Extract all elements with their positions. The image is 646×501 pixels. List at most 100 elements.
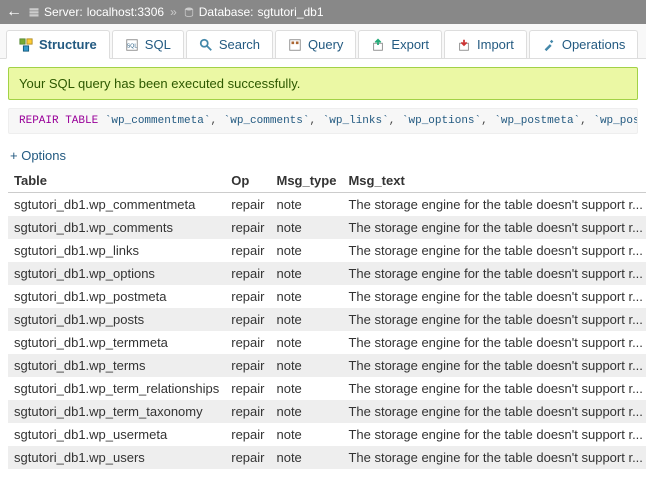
cell-msg_text: The storage engine for the table doesn't…: [342, 308, 646, 331]
database-icon: [183, 6, 195, 18]
tab-label: Import: [477, 37, 514, 52]
cell-msg_text: The storage engine for the table doesn't…: [342, 262, 646, 285]
cell-msg_text: The storage engine for the table doesn't…: [342, 377, 646, 400]
cell-msg_type: note: [270, 193, 342, 217]
table-row: sgtutori_db1.wp_usersrepairnoteThe stora…: [8, 446, 646, 469]
cell-msg_type: note: [270, 308, 342, 331]
col-header-op[interactable]: Op: [225, 169, 270, 193]
sql-tables: `wp_commentmeta`, `wp_comments`, `wp_lin…: [105, 115, 638, 127]
cell-msg_type: note: [270, 331, 342, 354]
server-value: localhost:3306: [87, 5, 164, 19]
content: Your SQL query has been executed success…: [0, 59, 646, 477]
cell-table: sgtutori_db1.wp_comments: [8, 216, 225, 239]
import-icon: [457, 38, 471, 52]
cell-msg_type: note: [270, 377, 342, 400]
tab-bar: Structure SQL SQL Search Query Export Im…: [0, 24, 646, 59]
server-label: Server:: [44, 5, 83, 19]
cell-table: sgtutori_db1.wp_users: [8, 446, 225, 469]
cell-msg_type: note: [270, 285, 342, 308]
cell-msg_type: note: [270, 239, 342, 262]
success-message: Your SQL query has been executed success…: [8, 67, 638, 100]
database-label: Database:: [199, 5, 254, 19]
cell-msg_text: The storage engine for the table doesn't…: [342, 354, 646, 377]
cell-table: sgtutori_db1.wp_postmeta: [8, 285, 225, 308]
tab-label: Export: [391, 37, 429, 52]
cell-table: sgtutori_db1.wp_termmeta: [8, 331, 225, 354]
cell-table: sgtutori_db1.wp_term_taxonomy: [8, 400, 225, 423]
cell-op: repair: [225, 400, 270, 423]
breadcrumb-separator: »: [170, 5, 177, 19]
sql-keyword: REPAIR TABLE: [19, 115, 98, 127]
table-row: sgtutori_db1.wp_usermetarepairnoteThe st…: [8, 423, 646, 446]
cell-op: repair: [225, 216, 270, 239]
table-row: sgtutori_db1.wp_postmetarepairnoteThe st…: [8, 285, 646, 308]
cell-op: repair: [225, 446, 270, 469]
col-header-msgtext[interactable]: Msg_text: [342, 169, 646, 193]
cell-msg_type: note: [270, 446, 342, 469]
cell-msg_type: note: [270, 400, 342, 423]
tab-label: Structure: [39, 37, 97, 52]
structure-icon: [19, 38, 33, 52]
cell-op: repair: [225, 285, 270, 308]
cell-op: repair: [225, 354, 270, 377]
table-row: sgtutori_db1.wp_term_relationshipsrepair…: [8, 377, 646, 400]
cell-msg_text: The storage engine for the table doesn't…: [342, 331, 646, 354]
cell-msg_text: The storage engine for the table doesn't…: [342, 400, 646, 423]
cell-op: repair: [225, 377, 270, 400]
tab-label: SQL: [145, 37, 171, 52]
table-body: sgtutori_db1.wp_commentmetarepairnoteThe…: [8, 193, 646, 470]
options-toggle[interactable]: + Options: [10, 148, 638, 163]
cell-msg_type: note: [270, 423, 342, 446]
tab-sql[interactable]: SQL SQL: [112, 30, 184, 58]
search-icon: [199, 38, 213, 52]
table-row: sgtutori_db1.wp_postsrepairnoteThe stora…: [8, 308, 646, 331]
tab-label: Search: [219, 37, 260, 52]
cell-op: repair: [225, 331, 270, 354]
tab-label: Query: [308, 37, 343, 52]
cell-msg_type: note: [270, 262, 342, 285]
cell-op: repair: [225, 239, 270, 262]
cell-table: sgtutori_db1.wp_posts: [8, 308, 225, 331]
tab-operations[interactable]: Operations: [529, 30, 639, 58]
cell-op: repair: [225, 193, 270, 217]
sql-query: REPAIR TABLE `wp_commentmeta`, `wp_comme…: [8, 108, 638, 134]
cell-table: sgtutori_db1.wp_options: [8, 262, 225, 285]
tab-query[interactable]: Query: [275, 30, 356, 58]
table-row: sgtutori_db1.wp_commentmetarepairnoteThe…: [8, 193, 646, 217]
database-value: sgtutori_db1: [257, 5, 323, 19]
query-icon: [288, 38, 302, 52]
table-row: sgtutori_db1.wp_term_taxonomyrepairnoteT…: [8, 400, 646, 423]
back-arrow[interactable]: ←: [6, 3, 22, 21]
table-row: sgtutori_db1.wp_commentsrepairnoteThe st…: [8, 216, 646, 239]
tab-label: Operations: [562, 37, 626, 52]
table-row: sgtutori_db1.wp_termsrepairnoteThe stora…: [8, 354, 646, 377]
svg-text:SQL: SQL: [127, 43, 138, 49]
cell-msg_text: The storage engine for the table doesn't…: [342, 193, 646, 217]
breadcrumb-database[interactable]: Database: sgtutori_db1: [183, 5, 324, 19]
export-icon: [371, 38, 385, 52]
cell-op: repair: [225, 262, 270, 285]
cell-table: sgtutori_db1.wp_term_relationships: [8, 377, 225, 400]
col-header-msgtype[interactable]: Msg_type: [270, 169, 342, 193]
cell-table: sgtutori_db1.wp_usermeta: [8, 423, 225, 446]
cell-msg_type: note: [270, 216, 342, 239]
col-header-table[interactable]: Table: [8, 169, 225, 193]
cell-table: sgtutori_db1.wp_links: [8, 239, 225, 262]
cell-msg_text: The storage engine for the table doesn't…: [342, 423, 646, 446]
cell-table: sgtutori_db1.wp_terms: [8, 354, 225, 377]
tab-import[interactable]: Import: [444, 30, 527, 58]
breadcrumb-server[interactable]: Server: localhost:3306: [28, 5, 164, 19]
tab-export[interactable]: Export: [358, 30, 442, 58]
breadcrumb: ← Server: localhost:3306 » Database: sgt…: [0, 0, 646, 24]
tab-structure[interactable]: Structure: [6, 30, 110, 59]
table-row: sgtutori_db1.wp_optionsrepairnoteThe sto…: [8, 262, 646, 285]
cell-msg_text: The storage engine for the table doesn't…: [342, 285, 646, 308]
operations-icon: [542, 38, 556, 52]
tab-search[interactable]: Search: [186, 30, 273, 58]
cell-op: repair: [225, 423, 270, 446]
table-header-row: Table Op Msg_type Msg_text: [8, 169, 646, 193]
cell-msg_text: The storage engine for the table doesn't…: [342, 446, 646, 469]
server-icon: [28, 6, 40, 18]
cell-msg_text: The storage engine for the table doesn't…: [342, 216, 646, 239]
table-row: sgtutori_db1.wp_termmetarepairnoteThe st…: [8, 331, 646, 354]
